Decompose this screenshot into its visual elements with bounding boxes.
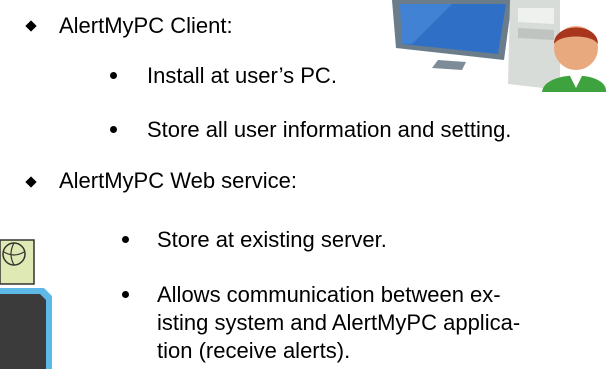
- subitem-allows-line3: tion (receive alerts).: [157, 338, 351, 363]
- subitem-store-info: Store all user information and setting.: [147, 117, 512, 142]
- subitem-store-server: Store at existing server.: [157, 227, 387, 252]
- subitem-allows-line2: isting system and AlertMyPC applica-: [157, 310, 521, 335]
- subitem-install: Install at user’s PC.: [147, 63, 337, 88]
- diamond-bullet: [25, 176, 37, 188]
- diamond-bullet: [25, 20, 37, 32]
- bullet-dot: [122, 291, 129, 298]
- bullet-dot: [110, 72, 117, 79]
- bullet-dot: [122, 236, 129, 243]
- bullet-dot: [110, 126, 117, 133]
- subitem-allows-line1: Allows communication between ex-: [157, 282, 501, 307]
- item-label-client: AlertMyPC Client:: [59, 13, 233, 38]
- item-label-web-service: AlertMyPC Web service:: [59, 168, 297, 193]
- globe-server-icon: [0, 239, 52, 369]
- computer-user-icon: [392, 0, 606, 92]
